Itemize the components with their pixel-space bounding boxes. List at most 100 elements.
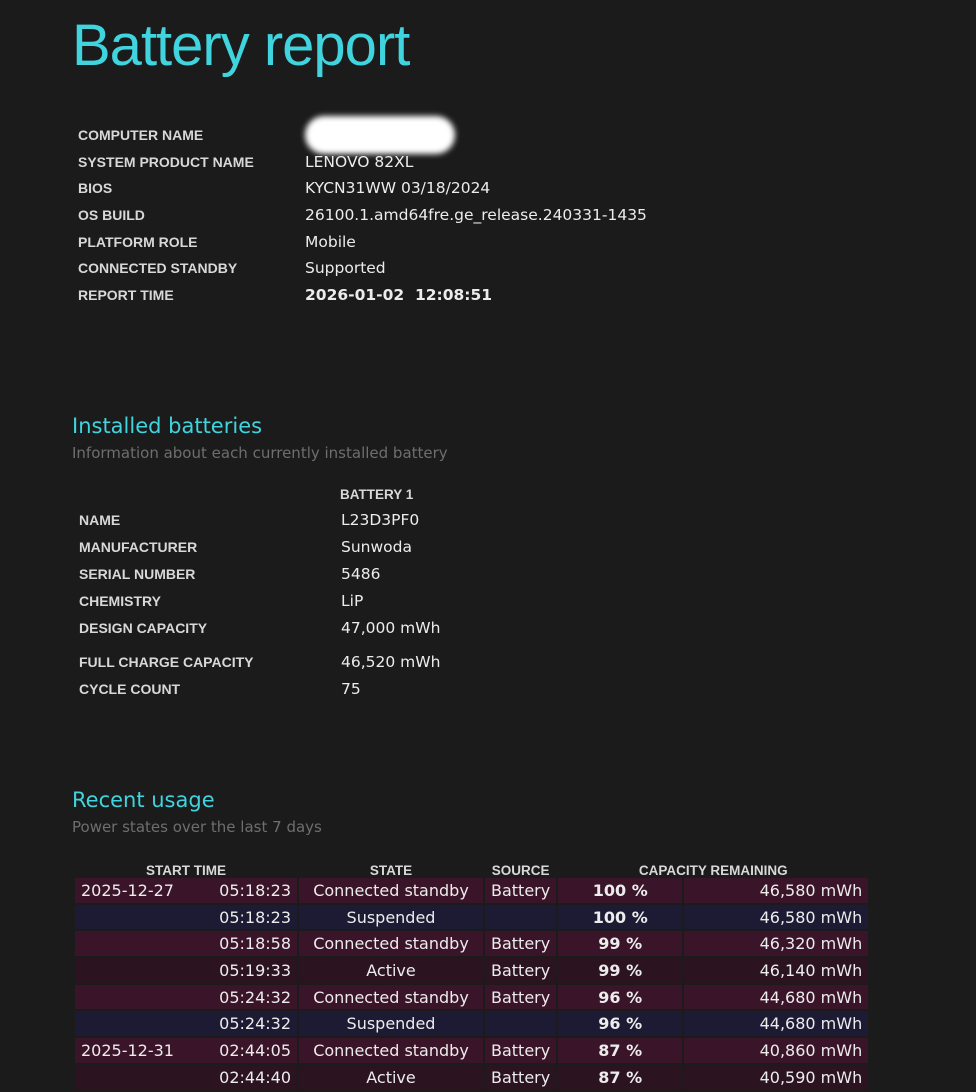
cell-start-time: 2025-12-31 02:44:05 (75, 1038, 297, 1065)
cell-time: 02:44:05 (219, 1040, 291, 1060)
battery-value: LiP (341, 591, 364, 610)
battery-row: FULL CHARGE CAPACITY 46,520 mWh (79, 649, 440, 676)
battery-key: NAME (79, 512, 121, 529)
table-row: 05:24:32 Connected standby Battery 96 % … (75, 984, 869, 1012)
table-row: 05:18:23 Suspended 100 % 46,580 mWh (75, 904, 869, 932)
cell-capacity-mwh: 40,860 mWh (684, 1038, 869, 1065)
system-row-computer-name: COMPUTER NAME (78, 116, 647, 155)
cell-start-time: 05:24:32 (75, 1011, 297, 1039)
cell-start-time: 05:18:58 (75, 931, 297, 959)
recent-usage-heading: Recent usage (72, 788, 215, 812)
cell-source: Battery (485, 878, 557, 905)
battery-key: CHEMISTRY (79, 592, 161, 609)
cell-capacity-mwh: 44,680 mWh (684, 1011, 869, 1039)
cell-state: Active (299, 958, 483, 985)
battery-value: 75 (341, 680, 361, 699)
cell-start-time: 2025-12-27 05:18:23 (75, 878, 297, 905)
cell-start-time: 05:19:33 (75, 958, 297, 985)
battery-key: DESIGN CAPACITY (79, 619, 208, 636)
cell-date: 2025-12-31 (81, 1040, 174, 1060)
cell-capacity-percent: 87 % (558, 1038, 683, 1065)
column-header-state: STATE (369, 863, 413, 878)
cell-state: Connected standby (299, 1038, 483, 1065)
system-row-platform-role: PLATFORM ROLE Mobile (78, 228, 647, 255)
cell-time: 05:19:33 (219, 960, 291, 980)
table-row: 05:18:58 Connected standby Battery 99 % … (75, 931, 869, 959)
system-value: 26100.1.amd64fre.ge_release.240331-1435 (305, 206, 647, 225)
page-title: Battery report (72, 13, 410, 78)
battery-key: CYCLE COUNT (79, 681, 181, 698)
battery-value: 46,520 mWh (341, 653, 441, 672)
battery-row: SERIAL NUMBER 5486 (79, 561, 440, 588)
system-value: 2026-01-02 12:08:51 (305, 285, 493, 304)
column-header-source: SOURCE (491, 863, 550, 878)
cell-time: 05:18:23 (219, 907, 291, 927)
system-key: PLATFORM ROLE (78, 233, 198, 250)
system-row-report-time: REPORT TIME 2026-01-02 12:08:51 (78, 282, 647, 309)
installed-batteries-subheading: Information about each currently install… (72, 444, 448, 462)
system-key: CONNECTED STANDBY (78, 260, 238, 277)
battery-info: NAME L23D3PF0 MANUFACTURER Sunwoda SERIA… (79, 507, 440, 703)
cell-capacity-percent: 99 % (558, 958, 683, 985)
cell-time: 05:24:32 (219, 987, 291, 1007)
battery-column-header: BATTERY 1 (340, 487, 414, 502)
cell-state: Connected standby (299, 931, 483, 959)
battery-row: CHEMISTRY LiP (79, 587, 440, 614)
cell-source: Battery (485, 984, 557, 1012)
cell-capacity-percent: 100 % (558, 878, 683, 905)
cell-capacity-mwh: 46,320 mWh (684, 931, 869, 959)
system-row-bios: BIOS KYCN31WW 03/18/2024 (78, 175, 647, 202)
battery-value: 47,000 mWh (341, 618, 441, 637)
cell-source (485, 1011, 557, 1039)
battery-row: MANUFACTURER Sunwoda (79, 534, 440, 561)
cell-state: Connected standby (299, 878, 483, 905)
table-row: 05:24:32 Suspended 96 % 44,680 mWh (75, 1011, 869, 1039)
cell-time: 05:18:58 (219, 934, 291, 954)
battery-key: MANUFACTURER (79, 539, 198, 556)
recent-usage-subheading: Power states over the last 7 days (72, 818, 322, 836)
cell-start-time: 05:24:32 (75, 984, 297, 1012)
system-key: OS BUILD (78, 207, 145, 224)
battery-value: Sunwoda (341, 538, 412, 557)
cell-state: Connected standby (299, 984, 483, 1012)
table-row: 2025-12-31 02:44:05 Connected standby Bat… (75, 1038, 869, 1065)
cell-state: Suspended (299, 1011, 483, 1039)
battery-row: DESIGN CAPACITY 47,000 mWh (79, 614, 440, 641)
cell-source: Battery (485, 1038, 557, 1065)
cell-start-time: 05:18:23 (75, 904, 297, 932)
battery-row: CYCLE COUNT 75 (79, 676, 440, 703)
system-value: KYCN31WW 03/18/2024 (305, 179, 491, 198)
cell-state: Active (299, 1064, 483, 1092)
cell-date: 2025-12-27 (81, 880, 174, 900)
redacted-value (305, 116, 455, 155)
cell-capacity-mwh: 44,680 mWh (684, 984, 869, 1012)
cell-capacity-mwh: 46,580 mWh (684, 904, 869, 932)
system-row-os-build: OS BUILD 26100.1.amd64fre.ge_release.240… (78, 202, 647, 229)
cell-time: 05:24:32 (219, 1014, 291, 1034)
battery-value: 5486 (341, 564, 381, 583)
cell-capacity-mwh: 40,590 mWh (684, 1064, 869, 1092)
cell-capacity-percent: 99 % (558, 931, 683, 959)
installed-batteries-heading: Installed batteries (72, 414, 263, 438)
table-row: 02:44:40 Active Battery 87 % 40,590 mWh (75, 1064, 869, 1092)
cell-source (485, 904, 557, 932)
system-key: COMPUTER NAME (78, 127, 204, 144)
cell-time: 05:18:23 (219, 880, 291, 900)
system-key: SYSTEM PRODUCT NAME (78, 153, 254, 170)
system-value: LENOVO 82XL (305, 152, 414, 171)
system-value: Supported (305, 259, 386, 278)
battery-key: SERIAL NUMBER (79, 565, 196, 582)
cell-time: 02:44:40 (219, 1067, 291, 1087)
system-row-connected-standby: CONNECTED STANDBY Supported (78, 255, 647, 282)
cell-source: Battery (485, 1064, 557, 1092)
cell-capacity-percent: 87 % (558, 1064, 683, 1092)
system-value: Mobile (305, 232, 356, 251)
cell-capacity-percent: 96 % (558, 1011, 683, 1039)
battery-row: NAME L23D3PF0 (79, 507, 440, 534)
system-info: COMPUTER NAME SYSTEM PRODUCT NAME LENOVO… (78, 116, 647, 309)
cell-state: Suspended (299, 904, 483, 932)
table-row: 2025-12-27 05:18:23 Connected standby Bat… (75, 878, 869, 905)
table-header-row: START TIME STATE SOURCE CAPACITY REMAINI… (75, 858, 868, 878)
cell-capacity-percent: 96 % (558, 984, 683, 1012)
cell-capacity-percent: 100 % (558, 904, 683, 932)
